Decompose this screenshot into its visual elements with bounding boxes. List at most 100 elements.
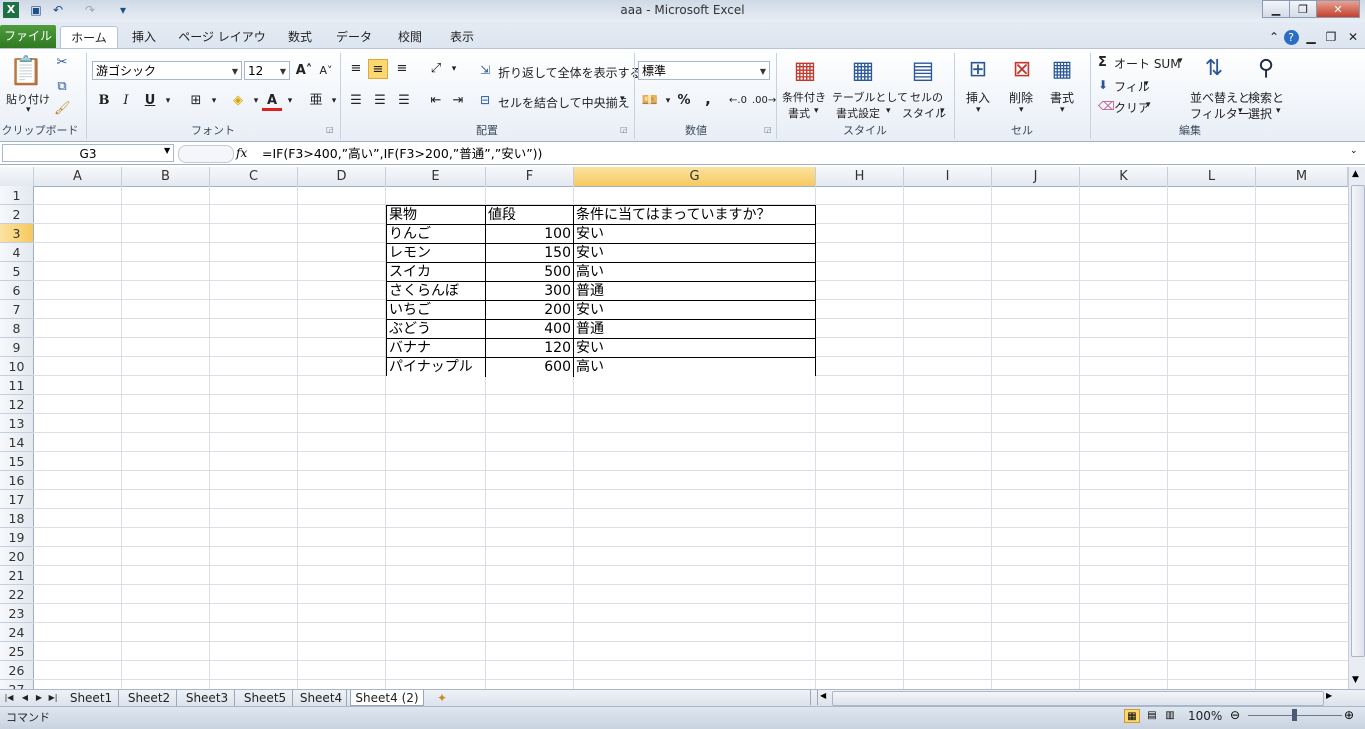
currency-icon[interactable]: 💴: [640, 91, 660, 111]
page-layout-view-icon[interactable]: ▤: [1144, 709, 1160, 723]
tab-home[interactable]: ホーム: [60, 26, 118, 49]
format-as-table-dropdown-icon[interactable]: ▾: [886, 106, 891, 116]
minimize-button[interactable]: ▁: [1262, 0, 1290, 18]
row-header-16[interactable]: 16: [0, 471, 33, 490]
phonetic-dropdown-icon[interactable]: ▾: [324, 91, 344, 111]
last-sheet-icon[interactable]: ▶|: [46, 690, 60, 706]
table-cell[interactable]: 600: [486, 358, 574, 377]
page-break-view-icon[interactable]: ▥: [1162, 709, 1178, 723]
table-cell[interactable]: 500: [486, 263, 574, 282]
align-center-icon[interactable]: ☰: [370, 91, 390, 111]
close-button[interactable]: ✕: [1316, 0, 1360, 18]
table-cell[interactable]: パイナップル: [387, 358, 486, 377]
insert-cells-dropdown-icon[interactable]: ▾: [976, 105, 981, 115]
zoom-level[interactable]: 100%: [1188, 709, 1222, 723]
next-sheet-icon[interactable]: ▶: [34, 690, 44, 706]
table-cell[interactable]: 150: [486, 244, 574, 263]
zoom-slider-thumb[interactable]: [1292, 709, 1297, 721]
column-header-j[interactable]: J: [992, 167, 1080, 186]
paste-icon[interactable]: 📋: [8, 53, 44, 89]
table-cell[interactable]: 120: [486, 339, 574, 358]
align-top-icon[interactable]: ≡: [346, 59, 366, 79]
table-cell[interactable]: 安い: [574, 339, 815, 358]
cell-styles-label[interactable]: セルの: [910, 89, 943, 105]
format-as-table-icon[interactable]: ▦: [846, 55, 880, 85]
font-color-dropdown-icon[interactable]: ▾: [280, 91, 300, 111]
insert-function-button[interactable]: fx: [236, 144, 247, 162]
column-header-m[interactable]: M: [1256, 167, 1348, 186]
alignment-dialog-launcher-icon[interactable]: ◲: [620, 125, 628, 134]
first-sheet-icon[interactable]: |◀: [4, 690, 14, 706]
formula-input[interactable]: =IF(F3>400,”高い”,IF(F3>200,”普通”,”安い”)): [262, 145, 542, 162]
table-header-cell[interactable]: 値段: [486, 206, 574, 225]
borders-dropdown-icon[interactable]: ▾: [204, 91, 224, 111]
fill-color-icon[interactable]: ◈: [228, 91, 248, 111]
grow-font-icon[interactable]: A˄: [294, 61, 314, 81]
delete-cells-button[interactable]: 削除: [1009, 89, 1033, 106]
horizontal-scroll-thumb[interactable]: [832, 691, 1324, 706]
find-select-label-2[interactable]: 選択: [1248, 105, 1272, 122]
name-box-dropdown-icon[interactable]: ▼: [164, 146, 170, 155]
format-as-table-label[interactable]: テーブルとして: [832, 89, 908, 105]
row-header-13[interactable]: 13: [0, 414, 33, 433]
row-header-7[interactable]: 7: [0, 300, 33, 319]
increase-indent-icon[interactable]: ⇥: [448, 91, 468, 111]
row-header-23[interactable]: 23: [0, 604, 33, 623]
autosum-icon[interactable]: Σ: [1098, 55, 1107, 70]
table-header-cell[interactable]: 果物: [387, 206, 486, 225]
row-header-26[interactable]: 26: [0, 661, 33, 680]
orientation-dropdown-icon[interactable]: ▾: [444, 59, 464, 79]
insert-cells-button[interactable]: 挿入: [966, 89, 990, 106]
format-cells-dropdown-icon[interactable]: ▾: [1060, 105, 1065, 115]
number-dialog-launcher-icon[interactable]: ◲: [764, 125, 772, 134]
align-bottom-icon[interactable]: ≡: [392, 59, 412, 79]
comma-button[interactable]: ,: [698, 89, 718, 109]
column-header-i[interactable]: I: [904, 167, 992, 186]
merge-dropdown-icon[interactable]: ▾: [620, 94, 625, 104]
sheet-tab-sheet4[interactable]: Sheet4: [296, 690, 347, 706]
align-left-icon[interactable]: ☰: [346, 91, 366, 111]
delete-cells-icon[interactable]: ⊠: [1006, 55, 1038, 85]
row-header-17[interactable]: 17: [0, 490, 33, 509]
delete-cells-dropdown-icon[interactable]: ▾: [1019, 105, 1024, 115]
cell-styles-dropdown-icon[interactable]: ▾: [940, 106, 945, 116]
column-header-e[interactable]: E: [386, 167, 486, 186]
table-cell[interactable]: 200: [486, 301, 574, 320]
table-cell[interactable]: いちご: [387, 301, 486, 320]
clear-button[interactable]: クリア: [1114, 99, 1150, 116]
column-header-a[interactable]: A: [34, 167, 122, 186]
column-header-c[interactable]: C: [210, 167, 298, 186]
tab-page-layout[interactable]: ページ レイアウト: [176, 26, 268, 66]
row-header-15[interactable]: 15: [0, 452, 33, 471]
row-header-4[interactable]: 4: [0, 243, 33, 262]
row-header-11[interactable]: 11: [0, 376, 33, 395]
table-cell[interactable]: 高い: [574, 263, 815, 282]
select-all-corner[interactable]: [0, 167, 34, 186]
row-header-21[interactable]: 21: [0, 566, 33, 585]
table-cell[interactable]: ぶどう: [387, 320, 486, 339]
borders-icon[interactable]: ⊞: [186, 91, 206, 111]
format-painter-icon[interactable]: 🖌: [54, 101, 71, 116]
table-cell[interactable]: 300: [486, 282, 574, 301]
sheet-tab-sheet3[interactable]: Sheet3: [180, 690, 235, 706]
fill-icon[interactable]: ⬇: [1098, 78, 1108, 92]
zoom-in-icon[interactable]: ⊕: [1344, 708, 1354, 722]
find-select-label[interactable]: 検索と: [1248, 89, 1284, 106]
conditional-format-label[interactable]: 条件付き: [782, 89, 826, 105]
autosum-button[interactable]: オート SUM: [1114, 55, 1181, 72]
table-cell[interactable]: 100: [486, 225, 574, 244]
row-header-3[interactable]: 3: [0, 224, 33, 243]
decrease-indent-icon[interactable]: ⇤: [426, 91, 446, 111]
workbook-close-icon[interactable]: ✕: [1346, 26, 1360, 48]
bold-button[interactable]: B: [94, 91, 114, 111]
underline-dropdown-icon[interactable]: ▾: [158, 91, 178, 111]
conditional-format-icon[interactable]: ▦: [788, 55, 822, 85]
table-cell[interactable]: 普通: [574, 320, 815, 339]
format-as-table-label-2[interactable]: 書式設定: [836, 105, 880, 121]
percent-button[interactable]: %: [674, 91, 694, 111]
row-header-20[interactable]: 20: [0, 547, 33, 566]
vertical-scroll-thumb[interactable]: [1351, 185, 1365, 657]
conditional-format-label-2[interactable]: 書式: [788, 105, 810, 121]
row-header-25[interactable]: 25: [0, 642, 33, 661]
insert-cells-icon[interactable]: ⊞: [962, 55, 994, 85]
